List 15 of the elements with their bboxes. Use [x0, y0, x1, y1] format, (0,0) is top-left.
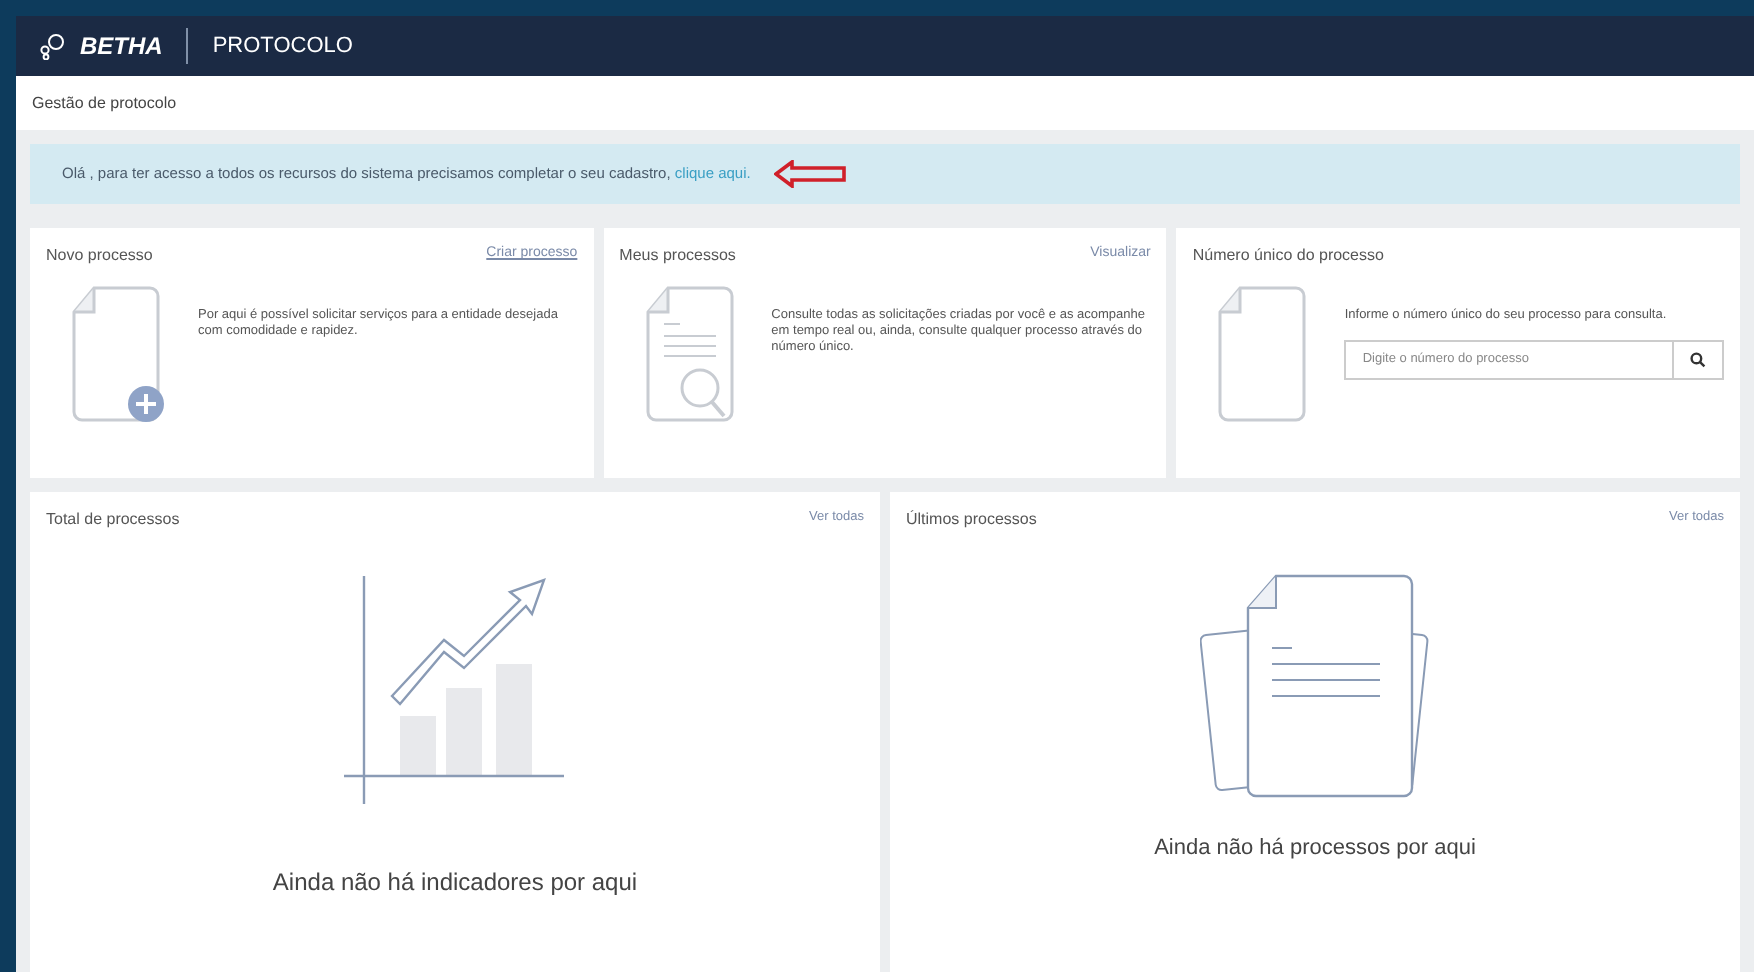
- card-title: Novo processo: [46, 244, 153, 268]
- left-arrow-icon: [774, 160, 847, 188]
- card-title: Meus processos: [619, 244, 736, 268]
- brand-logo-text: BETHA: [80, 30, 163, 64]
- search-icon[interactable]: [1690, 352, 1707, 368]
- product-name: PROTOCOLO: [212, 31, 353, 62]
- breadcrumb: Gestão de protocolo: [32, 91, 177, 115]
- document-search-icon: [643, 284, 740, 424]
- panel-title: Total de processos: [46, 508, 180, 532]
- empty-state-message: Ainda não há indicadores por aqui: [272, 866, 638, 900]
- empty-state-message: Ainda não há processos por aqui: [1154, 834, 1476, 864]
- document-add-icon: [70, 284, 166, 424]
- card-title: Número único do processo: [1192, 244, 1384, 268]
- panel-title: Últimos processos: [906, 508, 1037, 532]
- bubbles-logo-icon: [40, 32, 64, 60]
